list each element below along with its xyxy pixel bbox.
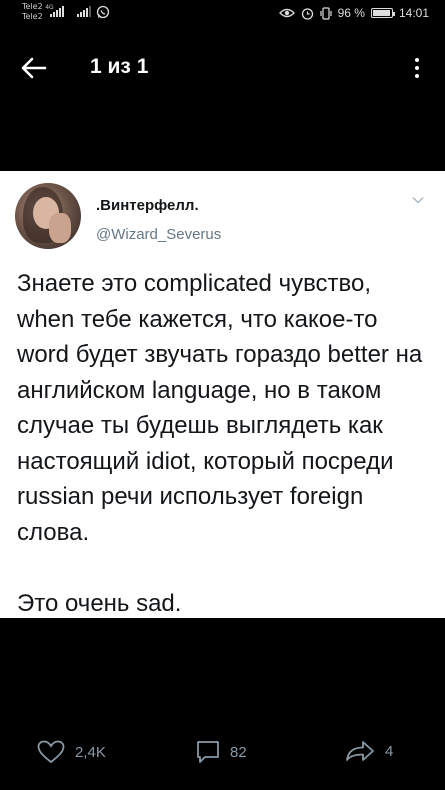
tweet-card: .Винтерфелл. @Wizard_Severus Знаете это …: [0, 171, 445, 618]
vibrate-icon: [320, 6, 332, 20]
reply-button[interactable]: 82: [196, 740, 247, 764]
chevron-down-icon[interactable]: [411, 193, 425, 207]
tweet-text: Знаете это complicated чувство, when теб…: [17, 270, 423, 617]
page-title: 1 из 1: [90, 55, 149, 78]
alarm-icon: [301, 7, 313, 20]
more-options-button[interactable]: [407, 52, 427, 84]
eye-icon: [278, 8, 295, 18]
like-count: 2,4K: [75, 743, 106, 761]
dot-icon: [415, 58, 419, 62]
share-count: 4: [385, 742, 394, 760]
battery-icon: [370, 8, 395, 18]
battery-percent: 96 %: [337, 6, 365, 20]
carrier-1: Tele2: [22, 2, 43, 11]
action-bar: 2,4K 82 4: [0, 740, 445, 780]
user-handle[interactable]: @Wizard_Severus: [96, 226, 221, 243]
share-button[interactable]: 4: [345, 740, 393, 762]
arrow-left-icon: [21, 57, 47, 79]
top-bar: 1 из 1: [0, 40, 445, 96]
share-arrow-icon: [346, 741, 374, 761]
display-name[interactable]: .Винтерфелл.: [96, 197, 199, 214]
whatsapp-icon: [96, 5, 110, 19]
dot-icon: [415, 66, 419, 70]
heart-icon: [37, 740, 65, 764]
reply-count: 82: [230, 743, 247, 761]
carrier-labels: Tele2 4G Tele2: [22, 2, 54, 21]
clock: 14:01: [398, 6, 429, 20]
carrier-2: Tele2: [22, 12, 43, 21]
status-bar: Tele2 4G Tele2 96 % 14:01: [0, 0, 445, 28]
status-right: 96 % 14:01: [278, 6, 429, 20]
dot-icon: [415, 74, 419, 78]
reply-icon: [197, 741, 219, 763]
avatar[interactable]: [15, 183, 81, 249]
signal-2-icon: [77, 6, 91, 17]
signal-icon: [50, 6, 64, 17]
like-button[interactable]: 2,4K: [37, 740, 106, 764]
back-button[interactable]: [18, 52, 50, 84]
